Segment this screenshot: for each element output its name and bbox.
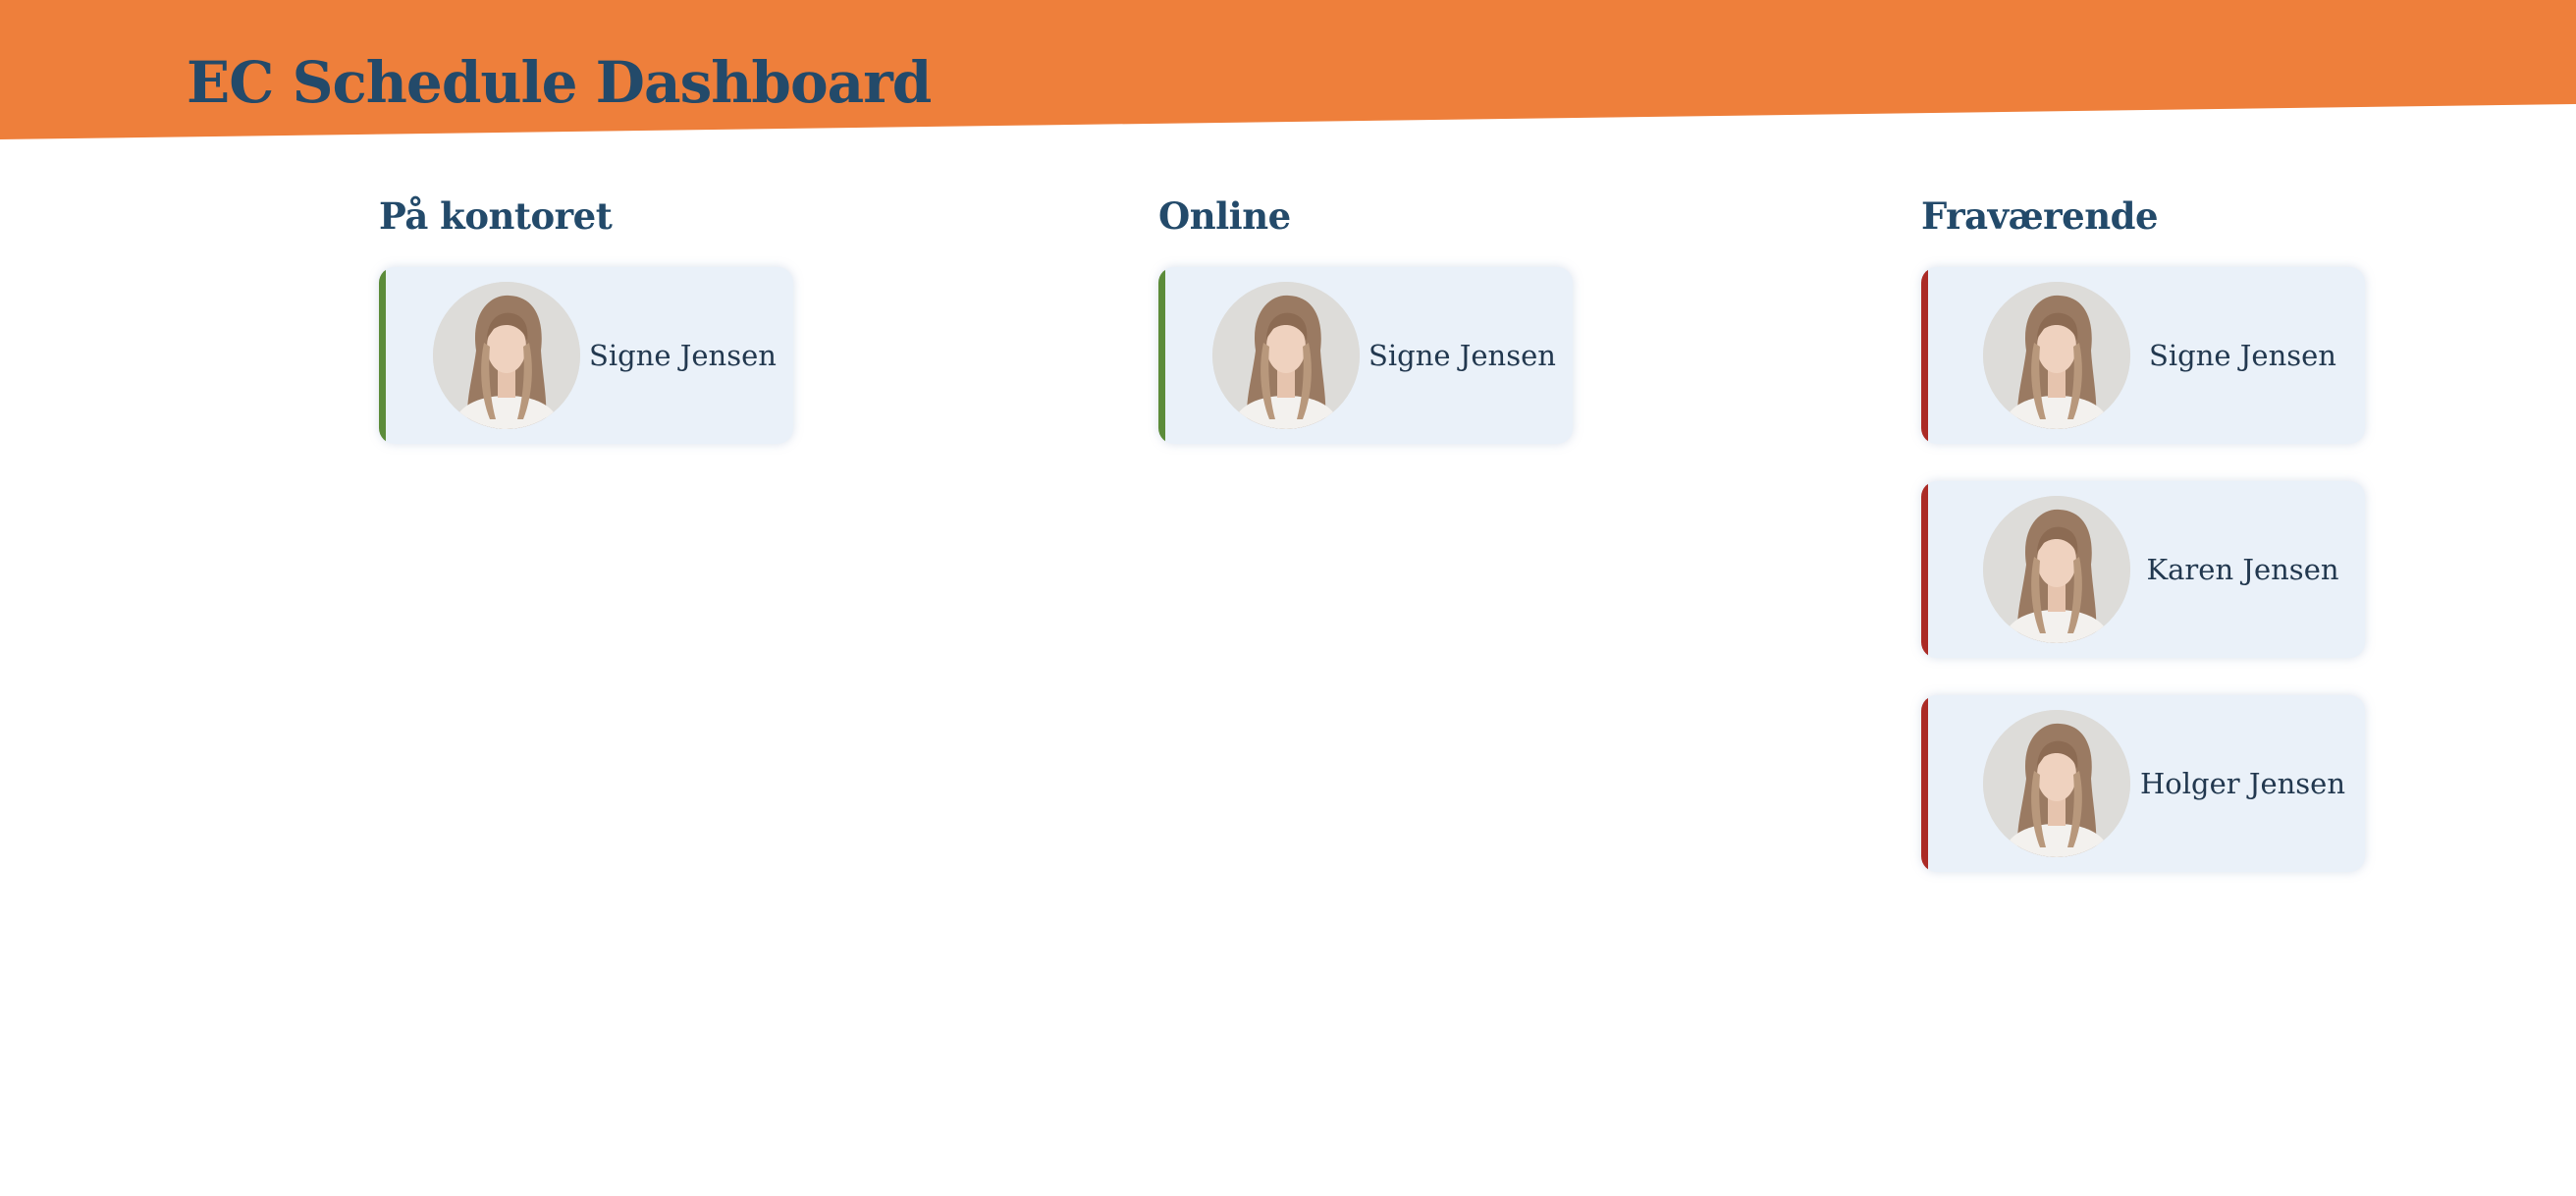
avatar [1212, 282, 1360, 429]
person-name: Signe Jensen [1368, 339, 1556, 372]
person-card[interactable]: Signe Jensen [379, 267, 793, 444]
column-online: Online Signe Jensen [1158, 189, 1573, 481]
avatar [1983, 496, 2130, 643]
avatar [1983, 710, 2130, 857]
person-card[interactable]: Holger Jensen [1921, 695, 2365, 872]
status-indicator [379, 267, 386, 444]
avatar [433, 282, 580, 429]
person-name: Signe Jensen [2149, 339, 2336, 372]
person-name: Signe Jensen [589, 339, 777, 372]
column-title-office: På kontoret [379, 194, 613, 238]
column-office: På kontoret Signe Jensen [379, 189, 793, 481]
column-title-absent: Fraværende [1921, 194, 2159, 238]
person-name: Holger Jensen [2139, 767, 2346, 800]
status-indicator [1921, 481, 1928, 658]
status-indicator [1921, 267, 1928, 444]
page-header: EC Schedule Dashboard [0, 0, 2576, 139]
person-card[interactable]: Signe Jensen [1158, 267, 1573, 444]
column-title-online: Online [1158, 194, 1291, 238]
page-title: EC Schedule Dashboard [187, 49, 932, 116]
column-absent: Fraværende Signe Jensen Karen Jensen Hol… [1921, 189, 2365, 909]
person-card[interactable]: Karen Jensen [1921, 481, 2365, 658]
status-indicator [1921, 695, 1928, 872]
person-name: Karen Jensen [2146, 553, 2339, 586]
avatar [1983, 282, 2130, 429]
person-card[interactable]: Signe Jensen [1921, 267, 2365, 444]
status-indicator [1158, 267, 1165, 444]
